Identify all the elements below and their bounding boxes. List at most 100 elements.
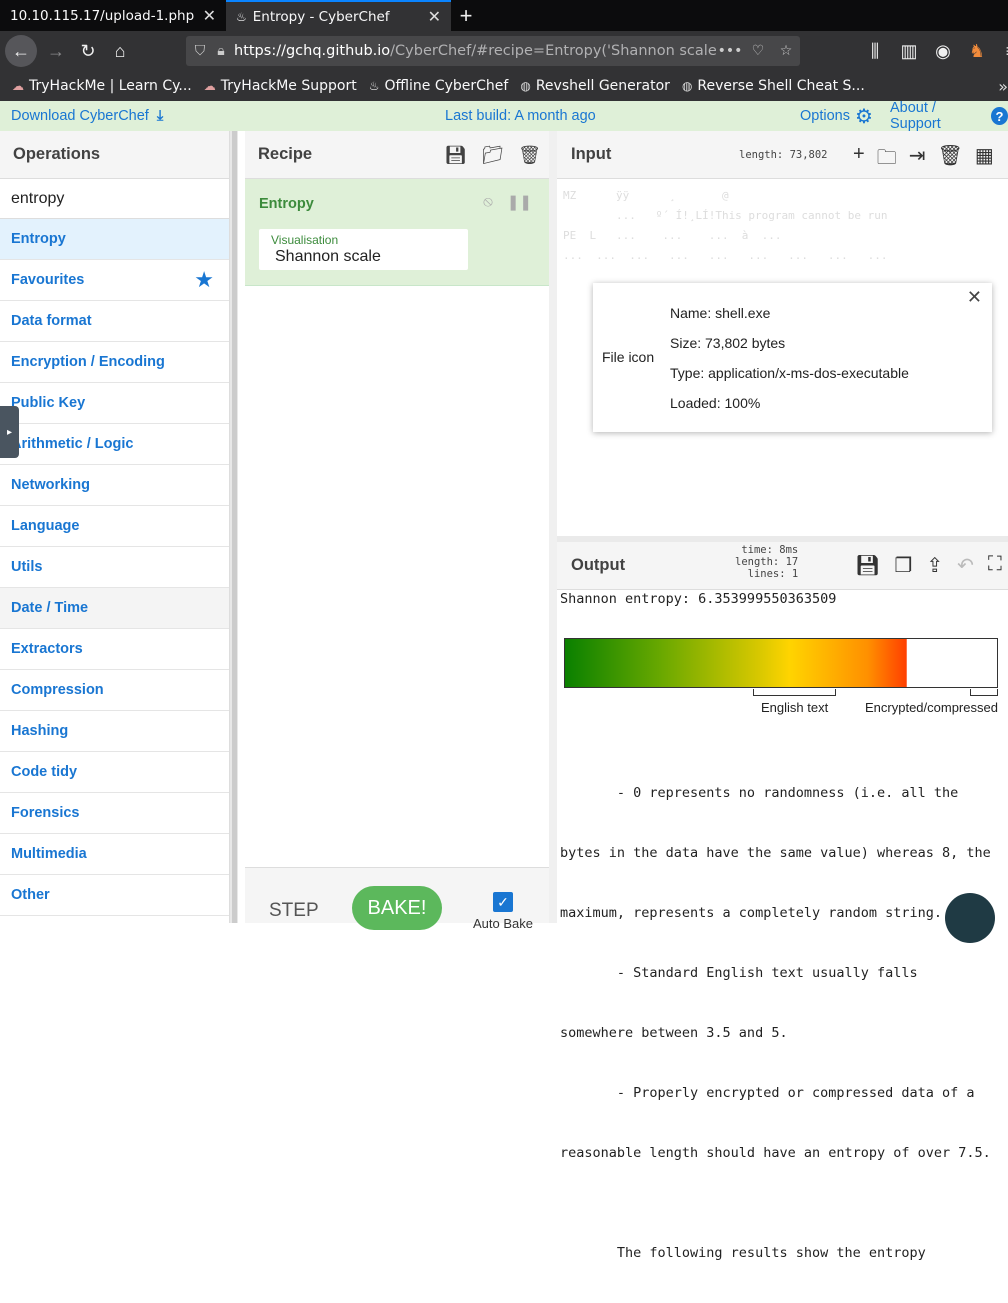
category-multimedia[interactable]: Multimedia [0,834,229,875]
layout-icon[interactable]: ▦ [975,143,994,177]
visualisation-select[interactable]: Visualisation Shannon scale [259,229,468,270]
tab-upload[interactable]: 10.10.115.17/upload-1.php ✕ [0,0,226,31]
file-size: Size: 73,802 bytes [670,335,786,351]
category-language[interactable]: Language [0,506,229,547]
globe-icon: ◍ [520,79,531,93]
category-extractors[interactable]: Extractors [0,629,229,670]
panel-resizer[interactable] [230,131,238,923]
bookmark-item[interactable]: ◍ Reverse Shell Cheat S... [682,78,865,94]
back-arrow-icon[interactable]: ← [5,35,37,67]
options-link[interactable]: Options ⚙ [800,104,873,129]
bookmark-item[interactable]: ☁ TryHackMe | Learn Cy... [12,78,192,94]
visualisation-value: Shannon scale [275,248,381,265]
english-text-label: English text [761,700,829,715]
replace-input-icon[interactable]: ⇪ [926,553,943,578]
op-entropy[interactable]: Entropy [0,219,229,260]
tab-title: 10.10.115.17/upload-1.php [10,7,195,24]
entropy-scale-bar [564,638,998,688]
category-favourites[interactable]: Favourites ★ [0,260,229,301]
recipe-panel: Recipe 💾︎ 📁︎ 🗑︎ Entropy ⦸ ❚❚ Visualisati… [245,131,556,931]
auto-bake-toggle[interactable]: ✓ Auto Bake [473,892,533,931]
more-icon[interactable]: ••• [716,43,744,59]
category-forensics[interactable]: Forensics [0,793,229,834]
category-arithmetic-logic[interactable]: Arithmetic / Logic [0,424,229,465]
file-icon: File icon [602,349,655,365]
bookmark-item[interactable]: ♨ Offline CyberChef [369,78,509,94]
pocket-icon[interactable]: ♡ [744,43,772,59]
save-icon[interactable]: 💾︎ [444,145,467,166]
file-in-icon[interactable]: ⇥ [909,143,926,177]
account-icon[interactable]: ◉ [926,35,960,67]
close-icon[interactable]: ✕ [428,7,441,27]
extension-icon[interactable]: ♞ [960,35,994,67]
cloud-icon: ☁ [203,79,216,93]
encrypted-range-marker [970,689,998,696]
checkbox-icon: ✓ [493,892,513,912]
tab-cyberchef[interactable]: ♨ Entropy - CyberChef ✕ [226,0,451,31]
trash-icon[interactable]: 🗑︎ [937,143,962,177]
download-cyberchef-link[interactable]: Download CyberChef ⤓ [11,108,163,124]
category-data-format[interactable]: Data format [0,301,229,342]
close-icon[interactable]: ✕ [203,6,216,26]
bookmarks-bar: ☁ TryHackMe | Learn Cy... ☁ TryHackMe Supp… [0,71,1008,101]
folder-icon[interactable]: 📁︎ [481,145,504,166]
cloud-icon: ☁ [12,79,24,93]
category-hashing[interactable]: Hashing [0,711,229,752]
encrypted-label: Encrypted/compressed [865,700,998,715]
chevron-right-icon[interactable]: » [998,77,1008,96]
home-icon[interactable]: ⌂ [104,35,136,67]
operations-title: Operations [0,131,229,179]
globe-icon: ◍ [681,79,693,93]
bookmark-item[interactable]: ◍ Revshell Generator [520,78,670,94]
chat-bubble-icon[interactable] [945,893,995,943]
category-utils[interactable]: Utils [0,547,229,588]
category-networking[interactable]: Networking [0,465,229,506]
english-range-marker [753,689,836,696]
url-bar[interactable]: ⛉ 🔒︎ https://gchq.github.io/CyberChef/#r… [186,36,800,66]
url-text: https://gchq.github.io/CyberChef/#recipe… [234,43,716,59]
operations-panel: Operations entropy Entropy Favourites ★ D… [0,131,230,923]
bookmark-item[interactable]: ☁ TryHackMe Support [204,78,357,94]
copy-icon[interactable]: ❐ [894,553,912,578]
pause-icon[interactable]: ❚❚ [507,193,532,211]
sidebar-icon[interactable]: ▥ [892,35,926,67]
panel-resizer[interactable] [549,131,557,923]
category-other[interactable]: Other [0,875,229,916]
forward-arrow-icon[interactable]: → [40,35,72,67]
new-tab-button[interactable]: + [451,0,481,31]
step-button[interactable]: STEP [269,900,319,922]
about-support-link[interactable]: About / Support ? [890,100,1008,132]
add-icon[interactable]: + [853,143,865,177]
trash-icon[interactable]: 🗑︎ [518,145,541,166]
operations-search-input[interactable]: entropy [0,179,229,219]
library-icon[interactable]: ⫼ [858,35,892,67]
close-icon[interactable]: ✕ [967,287,982,308]
cyberchef-banner: Download CyberChef ⤓ Last build: A month… [0,100,1008,132]
category-date-time[interactable]: Date / Time [0,588,229,629]
download-icon: ⤓ [156,108,164,124]
visualisation-label: Visualisation [271,233,339,247]
disable-icon[interactable]: ⦸ [483,193,493,211]
menu-icon[interactable]: ≡ [994,35,1008,67]
category-code-tidy[interactable]: Code tidy [0,752,229,793]
category-compression[interactable]: Compression [0,670,229,711]
category-encryption-encoding[interactable]: Encryption / Encoding [0,342,229,383]
undo-icon[interactable]: ↶ [957,553,974,578]
recipe-ingredient[interactable]: Entropy ⦸ ❚❚ Visualisation Shannon scale [245,179,556,286]
output-stats: time: 8ms length: 17 lines: 1 [735,544,799,580]
folder-icon[interactable]: 🗀 [877,143,897,177]
save-icon[interactable]: 💾︎ [855,553,880,578]
file-name: Name: shell.exe [670,305,771,321]
gear-icon: ⚙ [854,105,873,128]
ingredient-name: Entropy [259,196,314,212]
bookmark-star-icon[interactable]: ☆ [772,43,800,59]
expand-handle-icon[interactable]: ▸ [0,406,19,458]
input-panel: Input length: 73,802 + 🗀 ⇥ 🗑︎ ▦ MZ ÿÿ ¸ … [557,131,1008,536]
entropy-result: Shannon entropy: 6.353999550363509 [560,591,837,607]
reload-icon[interactable]: ↻ [72,35,104,67]
maximise-icon[interactable]: ⛶ [988,553,1002,578]
input-background-text: MZ ÿÿ ¸ @ ... º´ Í!¸LÍ!This program cann… [563,189,888,262]
bake-button[interactable]: BAKE! [352,886,442,930]
category-public-key[interactable]: Public Key [0,383,229,424]
file-loaded: Loaded: 100% [670,395,761,411]
